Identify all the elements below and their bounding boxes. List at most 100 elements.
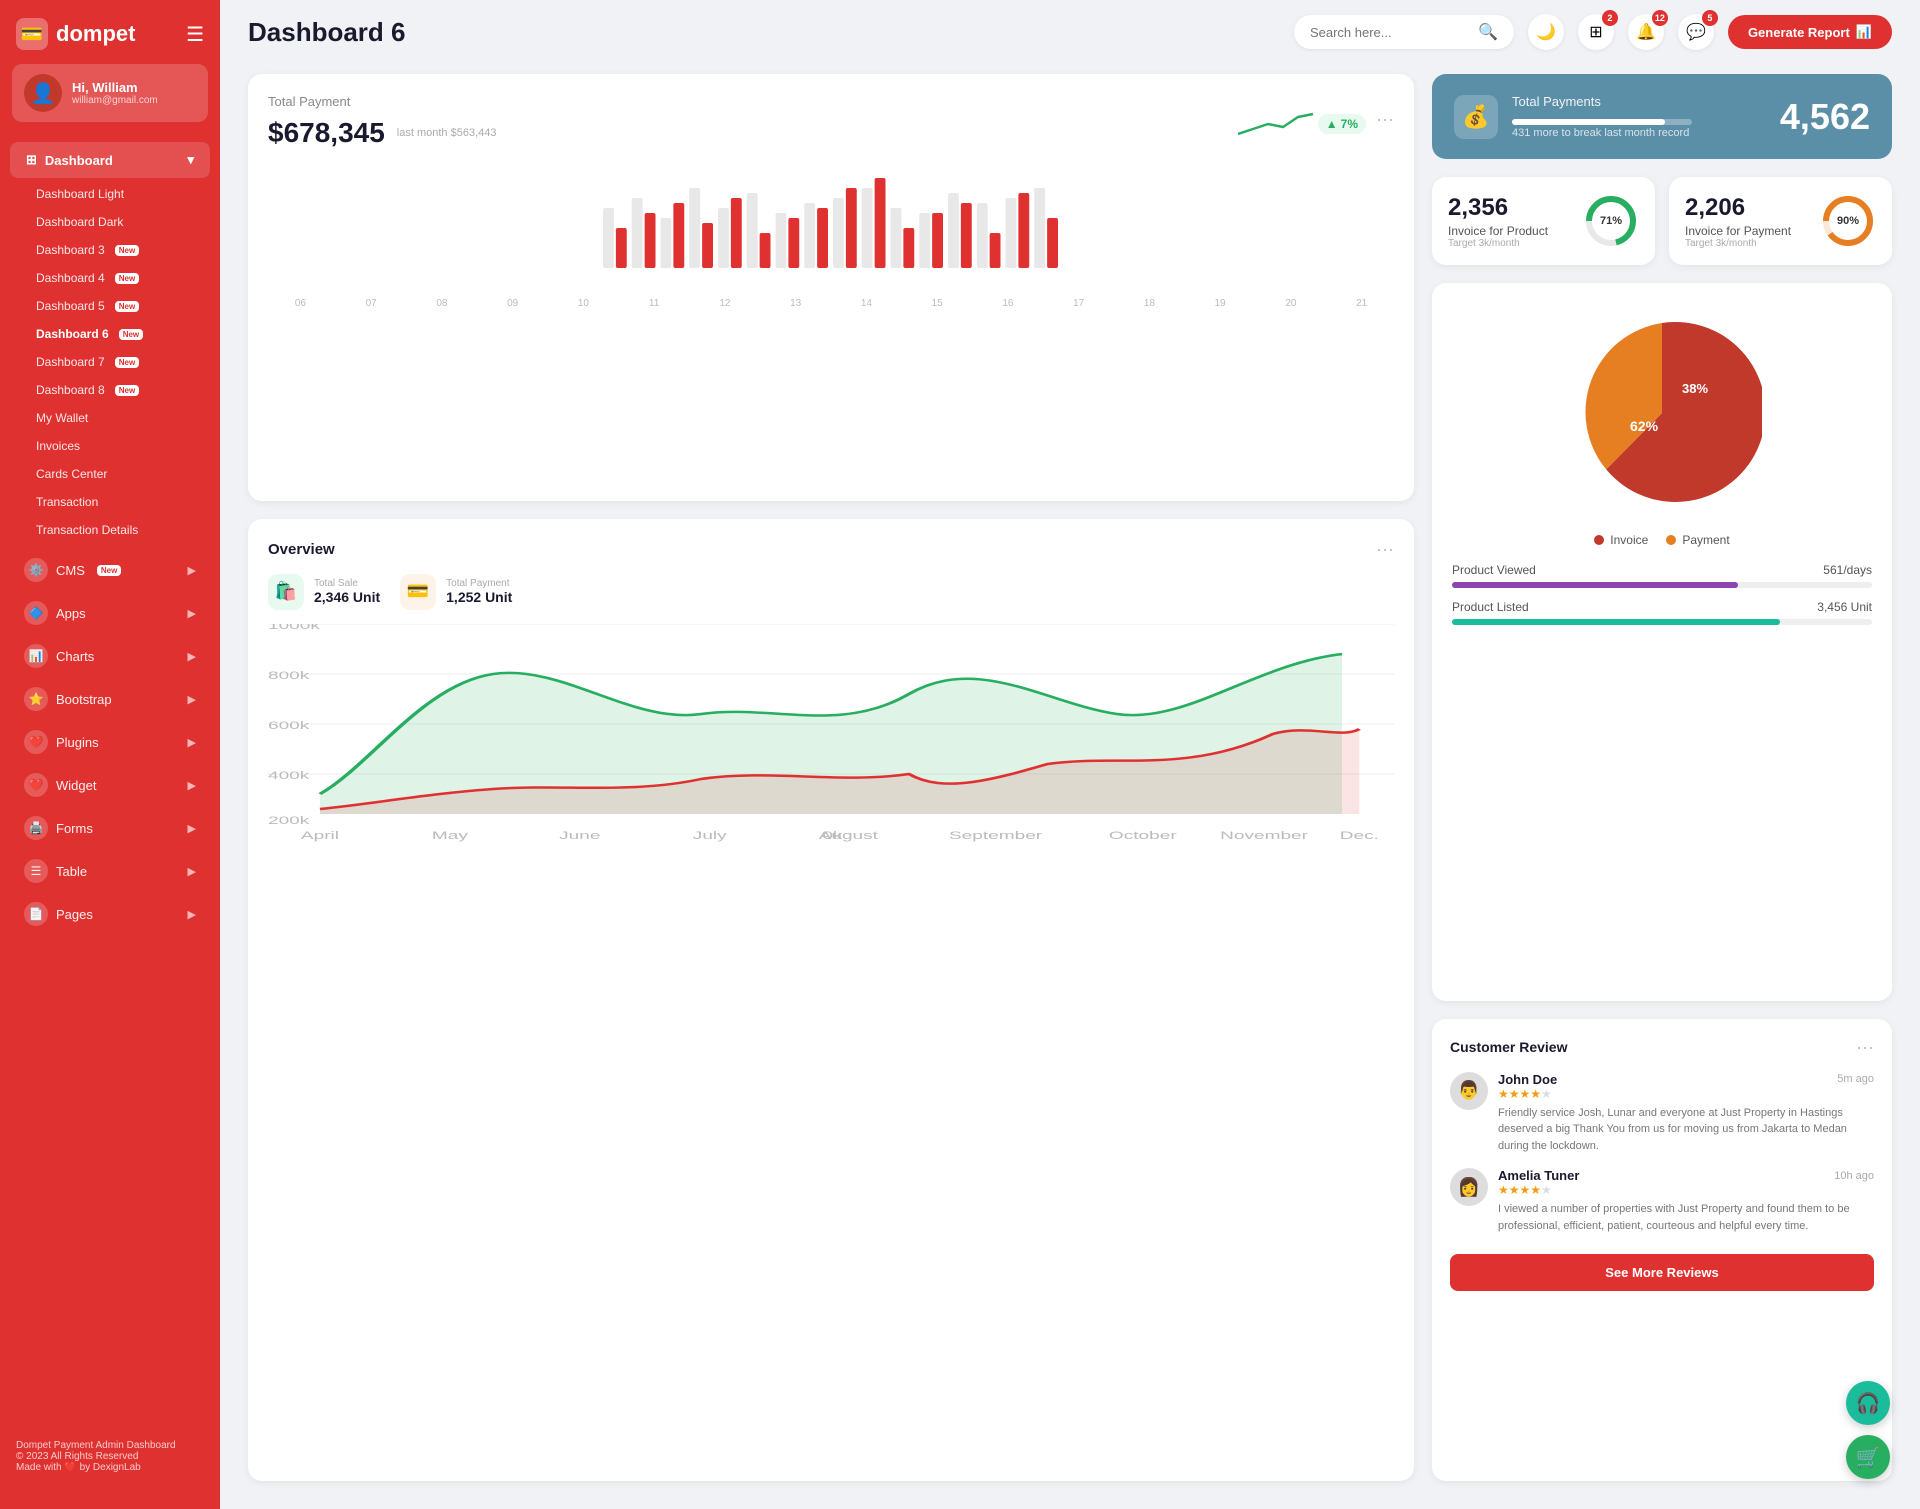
sidebar-item-dashboard-dark[interactable]: Dashboard Dark xyxy=(0,208,220,236)
product-stats: Product Viewed 561/days Product Listed 3… xyxy=(1452,563,1872,625)
table-label: Table xyxy=(56,864,87,879)
more-dots-btn[interactable]: ··· xyxy=(1376,109,1394,130)
sidebar-item-cards-center[interactable]: Cards Center xyxy=(0,460,220,488)
sidebar-item-pages[interactable]: 📄 Pages ▶ xyxy=(8,893,212,935)
dashboard-group-btn[interactable]: ⊞ Dashboard ▾ xyxy=(10,142,210,178)
sidebar-item-transaction-details[interactable]: Transaction Details xyxy=(0,516,220,544)
cart-float-btn[interactable]: 🛒 xyxy=(1846,1435,1890,1479)
sidebar-item-dashboard-6[interactable]: Dashboard 6New xyxy=(0,320,220,348)
viewed-bar-fill xyxy=(1452,582,1738,588)
sidebar-item-dashboard-5[interactable]: Dashboard 5New xyxy=(0,292,220,320)
sidebar-item-apps[interactable]: 🔷 Apps ▶ xyxy=(8,592,212,634)
sidebar-item-widget[interactable]: ❤️ Widget ▶ xyxy=(8,764,212,806)
bar-label: 12 xyxy=(693,298,758,309)
search-box[interactable]: 🔍 xyxy=(1294,15,1514,49)
reviewer-avatar-1: 👨 xyxy=(1450,1072,1488,1110)
review-item-2: 👩 Amelia Tuner 10h ago ★★★★★ I viewed a … xyxy=(1450,1168,1874,1234)
cms-icon: ⚙️ xyxy=(24,558,48,582)
sidebar-item-table[interactable]: ☰ Table ▶ xyxy=(8,850,212,892)
sale-label: Total Sale xyxy=(314,578,380,589)
headset-float-btn[interactable]: 🎧 xyxy=(1846,1381,1890,1425)
invoice-product-info: 2,356 Invoice for Product Target 3k/mont… xyxy=(1448,194,1548,249)
table-icon: ☰ xyxy=(24,859,48,883)
message-btn[interactable]: 💬 5 xyxy=(1678,14,1714,50)
svg-text:October: October xyxy=(1109,830,1177,842)
review-item-1: 👨 John Doe 5m ago ★★★★★ Friendly service… xyxy=(1450,1072,1874,1155)
sidebar-item-bootstrap[interactable]: ⭐ Bootstrap ▶ xyxy=(8,678,212,720)
bar-label: 16 xyxy=(976,298,1041,309)
total-payments-banner: 💰 Total Payments 431 more to break last … xyxy=(1432,74,1892,159)
logo[interactable]: 💳 dompet xyxy=(16,18,135,50)
chevron-right-icon: ▶ xyxy=(188,650,196,663)
donut-payment-pct: 90% xyxy=(1837,215,1859,227)
content: Total Payment $678,345 last month $563,4… xyxy=(220,64,1920,1509)
review-text-1: Friendly service Josh, Lunar and everyon… xyxy=(1498,1105,1874,1155)
chevron-right-icon: ▶ xyxy=(188,693,196,706)
sidebar-item-forms[interactable]: 🖨️ Forms ▶ xyxy=(8,807,212,849)
bar-label: 11 xyxy=(622,298,687,309)
wallet-icon: 💰 xyxy=(1454,95,1498,139)
charts-icon: 📊 xyxy=(24,644,48,668)
chevron-right-icon: ▶ xyxy=(188,779,196,792)
svg-text:600k: 600k xyxy=(268,720,310,732)
apps-label: Apps xyxy=(56,606,86,621)
listed-value: 3,456 Unit xyxy=(1817,600,1872,614)
bar-label: 07 xyxy=(339,298,404,309)
review-title: Customer Review xyxy=(1450,1039,1567,1055)
sidebar-item-dashboard-8[interactable]: Dashboard 8New xyxy=(0,376,220,404)
bell-icon: 🔔 xyxy=(1636,22,1656,42)
chart-icon: 📊 xyxy=(1856,24,1872,40)
overview-more-btn[interactable]: ··· xyxy=(1376,539,1394,560)
topbar-right: 🔍 🌙 ⊞ 2 🔔 12 💬 5 Generate Report 📊 xyxy=(1294,14,1892,50)
message-icon: 💬 xyxy=(1686,22,1706,42)
bar-label: 20 xyxy=(1259,298,1324,309)
banner-left: 💰 Total Payments 431 more to break last … xyxy=(1454,94,1692,139)
invoice-payment-info: 2,206 Invoice for Payment Target 3k/mont… xyxy=(1685,194,1791,249)
bootstrap-label: Bootstrap xyxy=(56,692,112,707)
sale-value: 2,346 Unit xyxy=(314,589,380,605)
apps-btn[interactable]: ⊞ 2 xyxy=(1578,14,1614,50)
chevron-right-icon: ▶ xyxy=(188,607,196,620)
invoice-product-number: 2,356 xyxy=(1448,194,1548,222)
invoice-legend-label: Invoice xyxy=(1610,533,1648,547)
sidebar-item-cms[interactable]: ⚙️ CMS New ▶ xyxy=(8,549,212,591)
pages-label: Pages xyxy=(56,907,93,922)
bar-label: 15 xyxy=(905,298,970,309)
sidebar-item-my-wallet[interactable]: My Wallet xyxy=(0,404,220,432)
sidebar-item-dashboard-light[interactable]: Dashboard Light xyxy=(0,180,220,208)
bell-btn[interactable]: 🔔 12 xyxy=(1628,14,1664,50)
sidebar-item-transaction[interactable]: Transaction xyxy=(0,488,220,516)
search-input[interactable] xyxy=(1310,25,1470,40)
chevron-right-icon: ▶ xyxy=(188,865,196,878)
bar-label: 21 xyxy=(1329,298,1394,309)
viewed-value: 561/days xyxy=(1823,563,1872,577)
svg-text:November: November xyxy=(1220,830,1308,842)
sidebar-item-charts[interactable]: 📊 Charts ▶ xyxy=(8,635,212,677)
theme-toggle-btn[interactable]: 🌙 xyxy=(1528,14,1564,50)
sidebar-item-dashboard-3[interactable]: Dashboard 3New xyxy=(0,236,220,264)
sidebar-item-dashboard-7[interactable]: Dashboard 7New xyxy=(0,348,220,376)
charts-label: Charts xyxy=(56,649,94,664)
reviewer-stars-1: ★★★★★ xyxy=(1498,1087,1874,1101)
review-more-btn[interactable]: ··· xyxy=(1856,1037,1874,1058)
user-card[interactable]: 👤 Hi, William william@gmail.com xyxy=(12,64,208,122)
main: Dashboard 6 🔍 🌙 ⊞ 2 🔔 12 💬 5 Gene xyxy=(220,0,1920,1509)
sidebar-item-plugins[interactable]: ❤️ Plugins ▶ xyxy=(8,721,212,763)
svg-text:1000k: 1000k xyxy=(268,624,320,632)
sidebar-item-invoices[interactable]: Invoices xyxy=(0,432,220,460)
apps-icon: ⊞ xyxy=(1589,22,1602,42)
bar-label: 18 xyxy=(1117,298,1182,309)
sidebar-item-dashboard-4[interactable]: Dashboard 4New xyxy=(0,264,220,292)
bar-chart-svg xyxy=(268,163,1394,293)
hamburger-icon[interactable]: ☰ xyxy=(186,22,204,47)
pie-chart-svg: 62% 38% xyxy=(1562,313,1762,513)
generate-report-button[interactable]: Generate Report 📊 xyxy=(1728,15,1892,49)
plugins-label: Plugins xyxy=(56,735,99,750)
sidebar-header: 💳 dompet ☰ xyxy=(0,0,220,64)
reviewer-stars-2: ★★★★★ xyxy=(1498,1183,1874,1197)
invoice-payment-sub: Target 3k/month xyxy=(1685,238,1791,249)
search-icon[interactable]: 🔍 xyxy=(1478,22,1498,42)
see-more-reviews-button[interactable]: See More Reviews xyxy=(1450,1254,1874,1291)
invoice-payment-number: 2,206 xyxy=(1685,194,1791,222)
overview-title: Overview xyxy=(268,541,335,558)
